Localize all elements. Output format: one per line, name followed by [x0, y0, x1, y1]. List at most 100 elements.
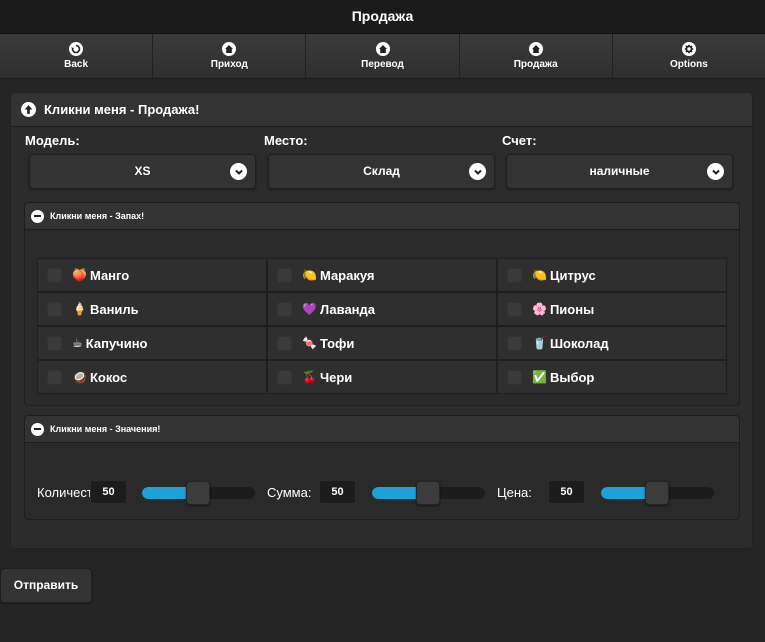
sale-panel-title: Кликни меня - Продажа! — [44, 102, 200, 117]
scent-option[interactable]: 🍋 Цитрус — [497, 258, 727, 292]
checkbox[interactable] — [47, 335, 62, 351]
select-row: Модель: XS Место: Склад Счет: наличные — [25, 133, 737, 193]
scent-option[interactable]: 🍦 Ваниль — [37, 292, 267, 326]
checkbox[interactable] — [47, 267, 62, 283]
peach-icon: 🍑 — [72, 268, 87, 282]
page-header: Продажа — [0, 0, 765, 34]
scent-label: Манго — [89, 267, 130, 283]
account-select-value: наличные — [589, 164, 650, 178]
nav-back-button[interactable]: Back — [0, 34, 154, 78]
scent-option[interactable]: ☕ Капучино — [37, 326, 267, 360]
checkbox[interactable] — [47, 369, 62, 385]
checkbox[interactable] — [277, 335, 292, 351]
gear-icon — [681, 42, 696, 56]
coffee-icon: ☕ — [72, 336, 83, 350]
ice-cream-icon: 🍦 — [72, 302, 87, 316]
arrow-up-icon — [21, 102, 36, 117]
scent-option[interactable]: 🍬 Тофи — [267, 326, 497, 360]
chevron-down-icon — [469, 163, 486, 180]
model-label: Модель: — [25, 133, 80, 148]
nav-perevod-label: Перевод — [361, 59, 404, 70]
slider-row: Количест 50 Сумма: 50 Цена: 50 — [37, 478, 737, 508]
checkbox[interactable] — [507, 267, 522, 283]
price-input[interactable]: 50 — [548, 480, 585, 504]
scent-label: Маракуя — [319, 267, 375, 283]
place-select[interactable]: Склад — [268, 154, 495, 189]
account-label: Счет: — [502, 133, 537, 148]
chevron-down-icon — [230, 163, 247, 180]
nav-prihod-button[interactable]: Приход — [153, 34, 307, 78]
quantity-input[interactable]: 50 — [90, 480, 127, 504]
scent-label: Цитрус — [549, 267, 596, 283]
scent-option[interactable]: 💜 Лаванда — [267, 292, 497, 326]
scent-panel-title: Кликни меня - Запах! — [50, 211, 145, 221]
account-select-group: Счет: наличные — [502, 133, 733, 189]
purple-heart-icon: 💜 — [302, 302, 317, 316]
navbar: Back Приход Перевод Продажа Options — [0, 34, 765, 79]
quantity-slider-handle[interactable] — [186, 481, 210, 505]
home-icon — [528, 42, 543, 56]
place-select-value: Склад — [363, 164, 400, 178]
submit-button[interactable]: Отправить — [0, 568, 92, 603]
place-label: Место: — [264, 133, 308, 148]
checkbox[interactable] — [507, 301, 522, 317]
checkbox[interactable] — [507, 335, 522, 351]
nav-prihod-label: Приход — [210, 59, 248, 70]
scent-option[interactable]: 🍑 Манго — [37, 258, 267, 292]
scent-panel-header[interactable]: Кликни меня - Запах! — [25, 203, 739, 230]
scent-option[interactable]: 🥥 Кокос — [37, 360, 267, 394]
values-panel: Кликни меня - Значения! Количест 50 Сумм… — [24, 415, 740, 520]
quantity-label: Количест — [37, 485, 91, 500]
check-mark-icon: ✅ — [532, 370, 547, 384]
checkbox[interactable] — [507, 369, 522, 385]
scent-option[interactable]: ✅ Выбор — [497, 360, 727, 394]
values-panel-title: Кликни меня - Значения! — [50, 424, 161, 434]
scent-grid: 🍑 Манго 🍋 Маракуя 🍋 Цитрус 🍦 Ваниль 💜 Лаванда… — [37, 258, 727, 394]
sale-panel-header[interactable]: Кликни меня - Продажа! — [11, 93, 752, 127]
scent-option[interactable]: 🌸 Пионы — [497, 292, 727, 326]
lemon-icon: 🍋 — [532, 268, 547, 282]
cherry-icon: 🍒 — [302, 370, 317, 384]
minus-icon — [31, 422, 44, 436]
sum-input[interactable]: 50 — [319, 480, 356, 504]
scent-option[interactable]: 🍒 Чери — [267, 360, 497, 394]
sum-slider-handle[interactable] — [416, 481, 440, 505]
nav-prodazha-label: Продажа — [513, 59, 558, 70]
values-panel-header[interactable]: Кликни меня - Значения! — [25, 416, 739, 443]
scent-label: Пионы — [549, 301, 595, 317]
price-slider-handle[interactable] — [645, 481, 669, 505]
chevron-down-icon — [707, 163, 724, 180]
sale-panel: Кликни меня - Продажа! Модель: XS Место:… — [10, 92, 753, 549]
checkbox[interactable] — [277, 369, 292, 385]
checkbox[interactable] — [277, 267, 292, 283]
scent-label: Ваниль — [89, 301, 139, 317]
scent-option[interactable]: 🥤 Шоколад — [497, 326, 727, 360]
drink-icon: 🥤 — [532, 336, 547, 350]
checkbox[interactable] — [47, 301, 62, 317]
scent-label: Капучино — [85, 335, 148, 351]
scent-panel: Кликни меня - Запах! 🍑 Манго 🍋 Маракуя 🍋 Ци… — [24, 202, 740, 406]
scent-label: Чери — [319, 369, 353, 385]
minus-icon — [31, 209, 44, 223]
scent-label: Выбор — [549, 369, 595, 385]
model-select[interactable]: XS — [29, 154, 256, 189]
nav-back-label: Back — [64, 59, 89, 70]
nav-perevod-button[interactable]: Перевод — [306, 34, 460, 78]
flower-icon: 🌸 — [532, 302, 547, 316]
account-select[interactable]: наличные — [506, 154, 733, 189]
coconut-icon: 🥥 — [72, 370, 87, 384]
nav-prodazha-button[interactable]: Продажа — [459, 34, 613, 78]
home-icon — [375, 42, 390, 56]
nav-options-button[interactable]: Options — [612, 34, 765, 78]
home-icon — [222, 42, 237, 56]
scent-label: Лаванда — [319, 301, 376, 317]
nav-options-label: Options — [670, 59, 708, 70]
lime-icon: 🍋 — [302, 268, 317, 282]
candy-icon: 🍬 — [302, 336, 317, 350]
scent-label: Шоколад — [549, 335, 609, 351]
sum-label: Сумма: — [267, 485, 312, 500]
model-select-value: XS — [134, 164, 151, 178]
model-select-group: Модель: XS — [25, 133, 256, 189]
checkbox[interactable] — [277, 301, 292, 317]
scent-option[interactable]: 🍋 Маракуя — [267, 258, 497, 292]
